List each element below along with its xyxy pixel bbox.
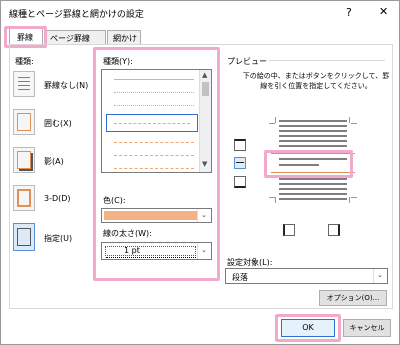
setting-none-button[interactable]: 罫線なし(N) [13, 71, 93, 97]
border-right-icon[interactable] [328, 224, 340, 236]
help-icon[interactable]: ? [346, 6, 352, 19]
border-top-icon[interactable] [234, 139, 246, 151]
cancel-button[interactable]: キャンセル [343, 319, 391, 337]
setting-none-icon [13, 71, 35, 97]
preview-bordered-paragraph[interactable] [271, 153, 355, 173]
border-left-icon[interactable] [283, 224, 295, 236]
setting-label: 種類: [15, 57, 34, 66]
style-list-selected-item[interactable] [106, 114, 198, 132]
tab-page-border[interactable]: ページ罫線 [44, 30, 106, 45]
setting-box-button[interactable]: 囲む(X) [13, 109, 93, 135]
apply-to-value: 段落 [232, 273, 248, 282]
color-label: 色(C): [103, 196, 126, 205]
setting-shadow-button[interactable]: 影(A) [13, 147, 93, 173]
width-value: 1 pt [124, 246, 140, 255]
color-swatch [104, 211, 197, 220]
style-label: 種類(Y): [103, 57, 133, 66]
scroll-thumb[interactable] [202, 82, 209, 96]
scroll-down-icon[interactable]: ▼ [202, 160, 207, 168]
setting-3d-button[interactable]: 3-D(D) [13, 185, 93, 211]
options-button[interactable]: オプション(O)... [319, 290, 387, 306]
close-icon[interactable]: ✕ [379, 5, 388, 18]
preview-label: プレビュー [227, 57, 267, 66]
preview-instructions: 下の絵の中、またはボタンをクリックして、罫線を引く位置を指定してください。 [242, 72, 390, 90]
title-bar: 線種とページ罫線と網かけの設定 ? ✕ [1, 1, 399, 23]
setting-custom-button[interactable]: 指定(U) [13, 223, 93, 251]
preview-canvas[interactable] [263, 111, 367, 215]
border-bottom-icon[interactable] [234, 176, 246, 188]
tab-borders[interactable]: 罫線 [9, 28, 43, 45]
borders-and-shading-dialog: 線種とページ罫線と網かけの設定 ? ✕ 罫線 ページ罫線 網かけ 種類: 罫線な… [0, 0, 400, 345]
chevron-down-icon: ⌄ [201, 211, 207, 219]
setting-shadow-icon [13, 147, 35, 173]
setting-custom-icon [13, 223, 35, 251]
color-dropdown[interactable]: ⌄ [101, 208, 212, 223]
apply-to-dropdown[interactable]: 段落 ⌄ [225, 268, 388, 284]
width-label: 線の太さ(W): [103, 229, 152, 238]
width-dropdown[interactable]: 1 pt ⌄ [101, 242, 212, 260]
border-middle-icon[interactable] [234, 157, 246, 169]
dialog-title: 線種とページ罫線と網かけの設定 [9, 10, 144, 20]
scroll-up-icon[interactable]: ▲ [202, 71, 207, 79]
style-list-scrollbar[interactable]: ▲ ▼ [199, 70, 211, 172]
preview-underline [269, 60, 385, 61]
ok-button[interactable]: OK [281, 319, 335, 337]
setting-box-icon [13, 109, 35, 135]
chevron-down-icon: ⌄ [377, 271, 383, 279]
tab-shading[interactable]: 網かけ [107, 30, 141, 45]
apply-to-label: 設定対象(L): [227, 258, 273, 267]
chevron-down-icon: ⌄ [201, 246, 207, 254]
setting-3d-icon [13, 185, 35, 211]
style-listbox[interactable]: ▲ ▼ [101, 69, 212, 173]
